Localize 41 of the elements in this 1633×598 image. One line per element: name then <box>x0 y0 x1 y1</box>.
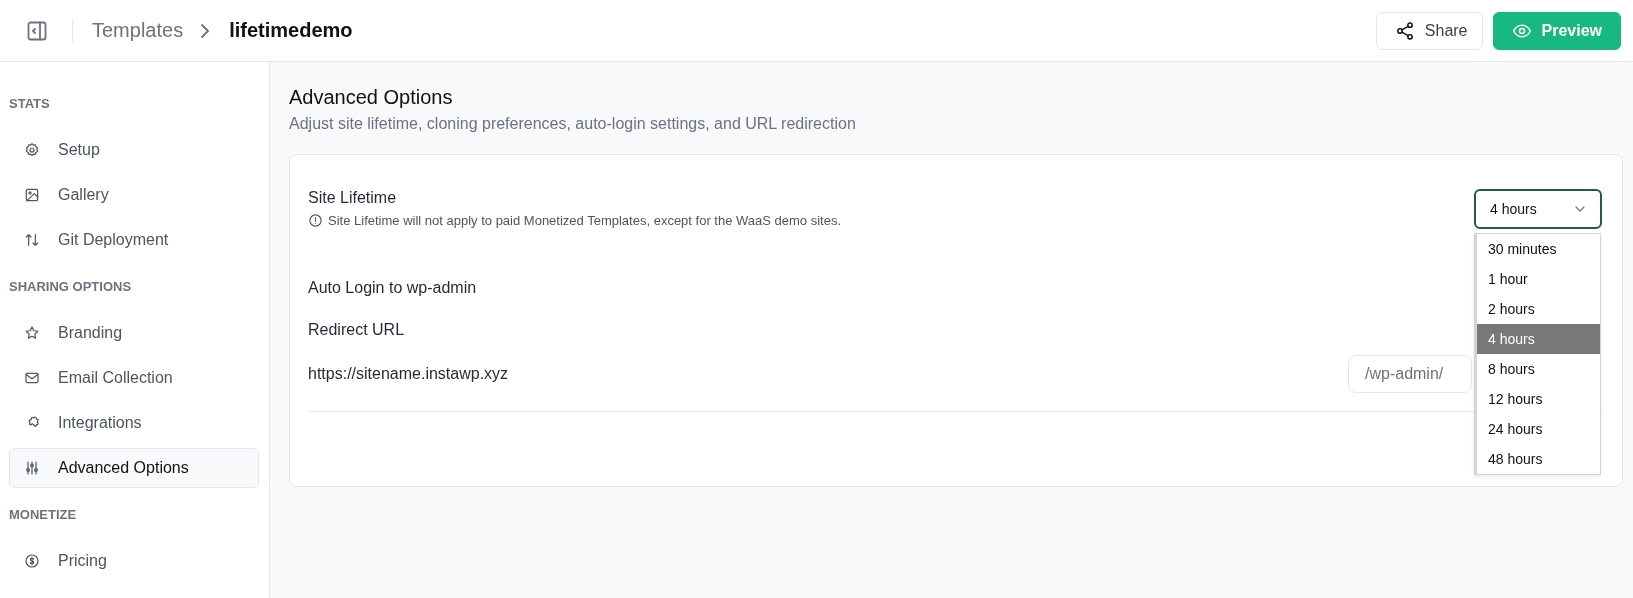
sidebar-item[interactable]: Integrations <box>9 403 259 443</box>
lifetime-select[interactable]: 4 hours <box>1474 189 1602 229</box>
dropdown-option[interactable]: 2 hours <box>1477 294 1600 324</box>
page-title: Advanced Options <box>289 86 454 109</box>
section-heading: SHARING OPTIONS <box>9 279 133 294</box>
chevron-right-icon <box>201 23 210 38</box>
dropdown-option[interactable]: 1 hour <box>1477 264 1600 294</box>
dropdown-option[interactable]: 4 hours <box>1477 324 1600 354</box>
field-label: Redirect URL <box>308 321 405 339</box>
section-heading: MONETIZE <box>9 507 78 522</box>
star-icon <box>24 325 40 341</box>
sidebar-item[interactable]: Gallery <box>9 175 259 215</box>
dropdown-option[interactable]: 24 hours <box>1477 414 1600 444</box>
sidebar-item[interactable]: Email Collection <box>9 358 259 398</box>
swap-arrows-icon <box>24 232 40 248</box>
dollar-icon <box>24 553 40 569</box>
sidebar-item[interactable]: Pricing <box>9 541 259 581</box>
url-text: https://sitename.instawp.xyz <box>308 365 509 383</box>
sidebar-item[interactable]: Setup <box>9 130 259 170</box>
share-icon <box>1394 20 1415 41</box>
dropdown-option[interactable]: 30 minutes <box>1477 234 1600 264</box>
info-icon <box>308 213 323 228</box>
field-label: Site Lifetime <box>308 189 398 207</box>
breadcrumb-link[interactable]: lifetimedemo <box>229 19 353 42</box>
path-input-field[interactable]: /wp-admin/ <box>1348 355 1472 393</box>
sidebar-item[interactable]: Branding <box>9 313 259 353</box>
sidebar-item[interactable]: Git Deployment <box>9 220 259 260</box>
field-label: Auto Login to wp-admin <box>308 279 477 297</box>
image-icon <box>24 187 40 203</box>
mail-icon <box>24 370 40 386</box>
breadcrumb-link[interactable]: Templates <box>92 19 184 42</box>
share-button[interactable]: Share <box>1375 11 1483 50</box>
gear-icon <box>24 142 40 158</box>
dropdown-option[interactable]: 12 hours <box>1477 384 1600 414</box>
dropdown-option[interactable]: 8 hours <box>1477 354 1600 384</box>
dropdown-option[interactable]: 48 hours <box>1477 444 1600 474</box>
sidebar-item[interactable]: Advanced Options <box>9 448 259 488</box>
page-subtitle: Adjust site lifetime, cloning preferences, auto-login settings, and URL redirection <box>289 115 857 133</box>
section-heading: STATS <box>9 96 51 111</box>
sliders-icon <box>24 460 40 476</box>
helper-text: Site Lifetime will not apply to paid Monetized Templates, except for the WaaS demo sites. <box>328 213 842 228</box>
